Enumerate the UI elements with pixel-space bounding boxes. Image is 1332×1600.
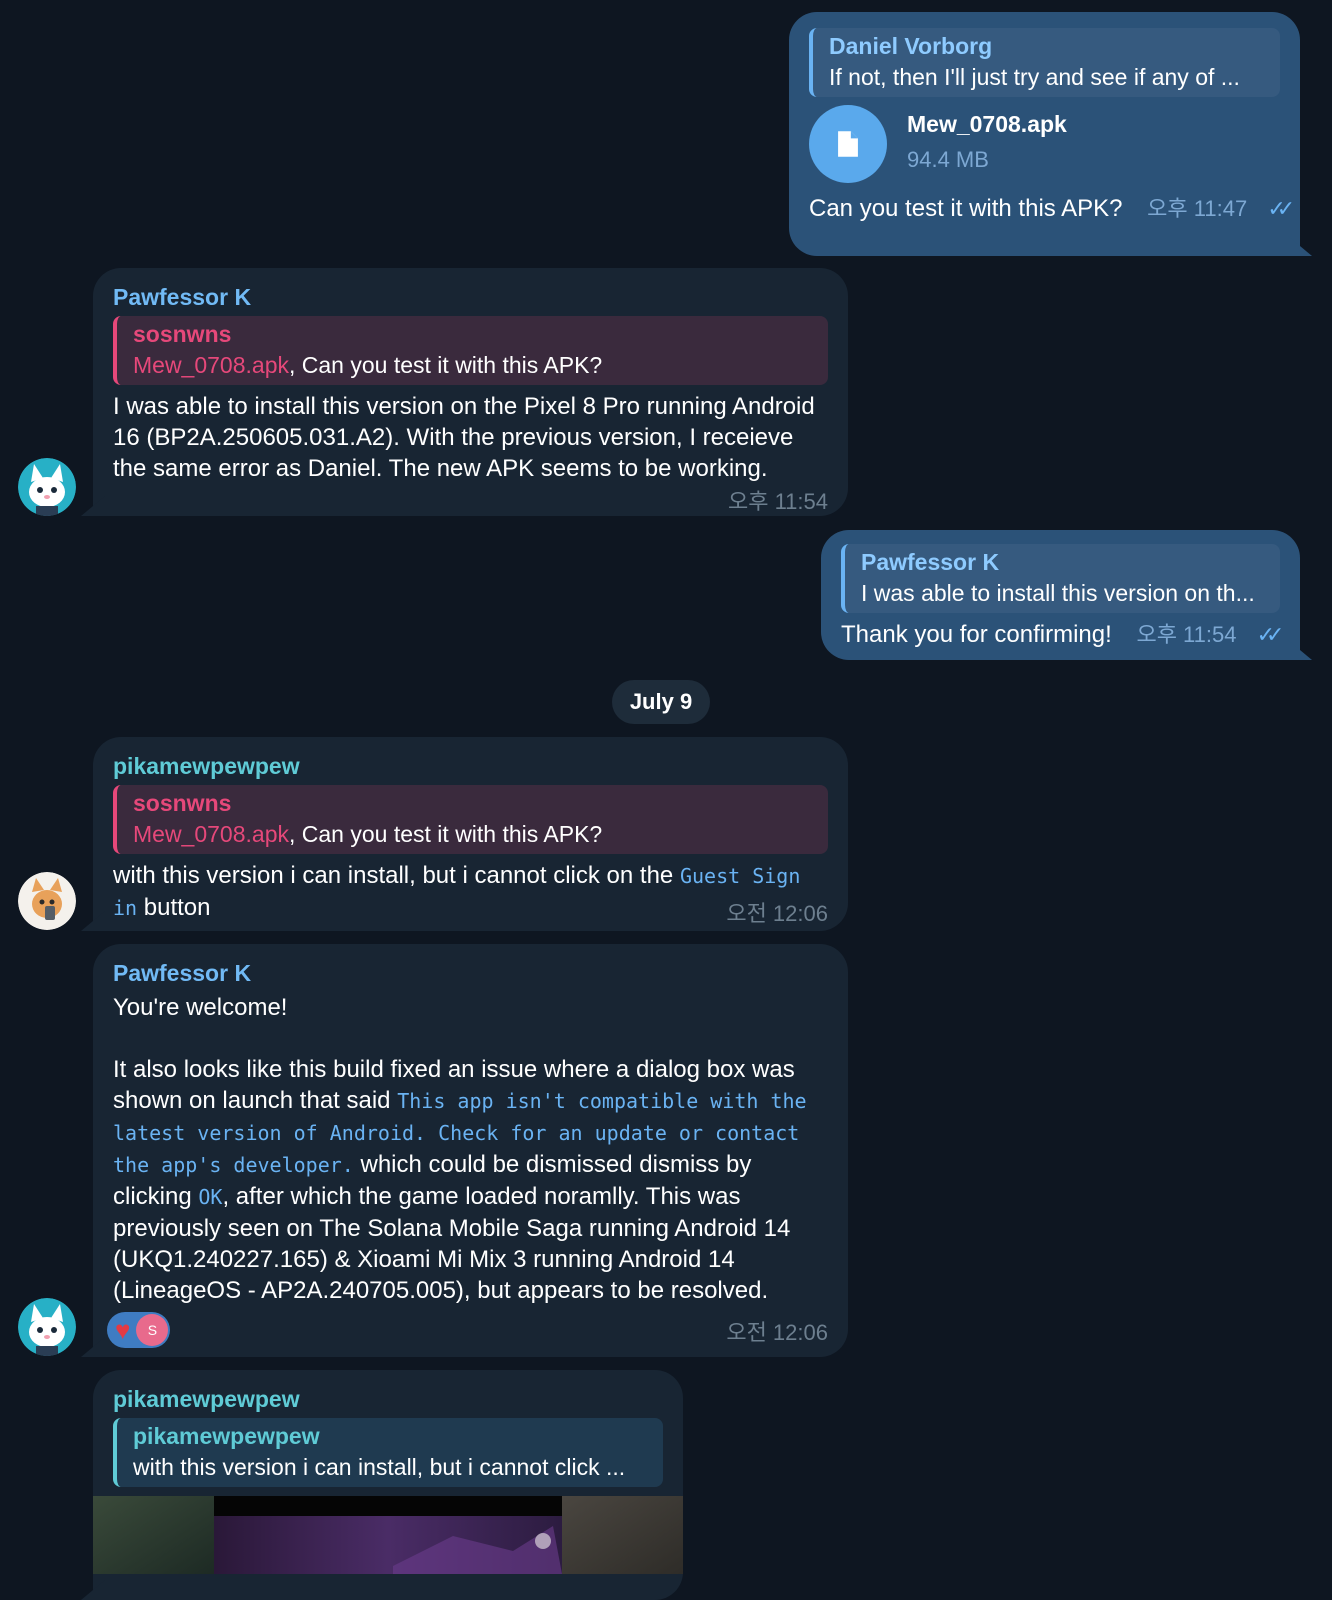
reaction-chip[interactable]: ♥ S [107,1312,171,1348]
reply-sender: sosnwns [133,790,232,816]
reply-sender: Daniel Vorborg [829,33,993,59]
message-time: 오후 11:47 [1147,196,1248,221]
message-text: with this version i can install, but i c… [113,862,680,889]
file-name: Mew_0708.apk [907,111,1067,137]
reaction-avatar: S [136,1314,169,1346]
message-incoming[interactable]: pikamewpewpew sosnwns Mew_0708.apk, Can … [93,737,848,931]
reply-sender: Pawfessor K [861,549,1000,575]
message-incoming[interactable]: Pawfessor K You're welcome! It also look… [93,944,848,1357]
reply-text: , Can you test it with this APK? [289,352,603,378]
heart-icon: ♥ [115,1315,131,1345]
sender-name[interactable]: Pawfessor K [113,958,828,988]
reply-preview[interactable]: sosnwns Mew_0708.apk, Can you test it wi… [113,316,828,385]
reply-text: If not, then I'll just try and see if an… [829,64,1240,90]
read-checkmarks-icon: ✓✓ [1267,196,1295,221]
reply-preview[interactable]: Daniel Vorborg If not, then I'll just tr… [809,28,1280,97]
reply-file-link: Mew_0708.apk [133,821,289,847]
message-text-end: button [137,894,211,921]
reply-text: I was able to install this version on th… [861,580,1255,606]
message-outgoing[interactable]: Daniel Vorborg If not, then I'll just tr… [789,12,1300,256]
message-text: Can you test it with this APK? [809,195,1123,222]
reply-text: , Can you test it with this APK? [289,821,603,847]
message-incoming[interactable]: Pawfessor K sosnwns Mew_0708.apk, Can yo… [93,268,848,516]
reply-file-link: Mew_0708.apk [133,352,289,378]
file-size: 94.4 MB [907,147,989,172]
media-preview[interactable] [93,1496,683,1574]
file-attachment[interactable]: Mew_0708.apk 94.4 MB [809,105,1280,183]
inline-code-ok[interactable]: OK [198,1185,222,1209]
message-outgoing[interactable]: Pawfessor K I was able to install this v… [821,530,1300,660]
read-checkmarks-icon: ✓✓ [1256,622,1285,647]
reply-preview[interactable]: Pawfessor K I was able to install this v… [841,544,1280,613]
message-time: 오후 11:54 [727,489,828,514]
message-time: 오전 12:06 [726,901,828,926]
message-text: I was able to install this version on th… [113,393,815,482]
reply-preview[interactable]: pikamewpewpew with this version i can in… [113,1418,663,1487]
message-text: Thank you for confirming! [841,621,1112,648]
message-time: 오전 12:06 [726,1320,828,1345]
sender-name[interactable]: pikamewpewpew [113,751,828,781]
avatar[interactable] [18,458,76,516]
reply-text: with this version i can install, but i c… [133,1454,626,1480]
avatar[interactable] [18,872,76,930]
reply-sender: pikamewpewpew [133,1423,320,1449]
sender-name[interactable]: pikamewpewpew [113,1384,663,1414]
chat-history: Daniel Vorborg If not, then I'll just tr… [0,0,1332,1600]
file-icon[interactable] [809,105,887,183]
sender-name[interactable]: Pawfessor K [113,282,828,312]
message-time: 오후 11:54 [1136,622,1237,647]
avatar[interactable] [18,1298,76,1356]
date-separator: July 9 [612,680,710,724]
reply-preview[interactable]: sosnwns Mew_0708.apk, Can you test it wi… [113,785,828,854]
message-text-line1: You're welcome! [113,994,288,1021]
reply-sender: sosnwns [133,321,232,347]
